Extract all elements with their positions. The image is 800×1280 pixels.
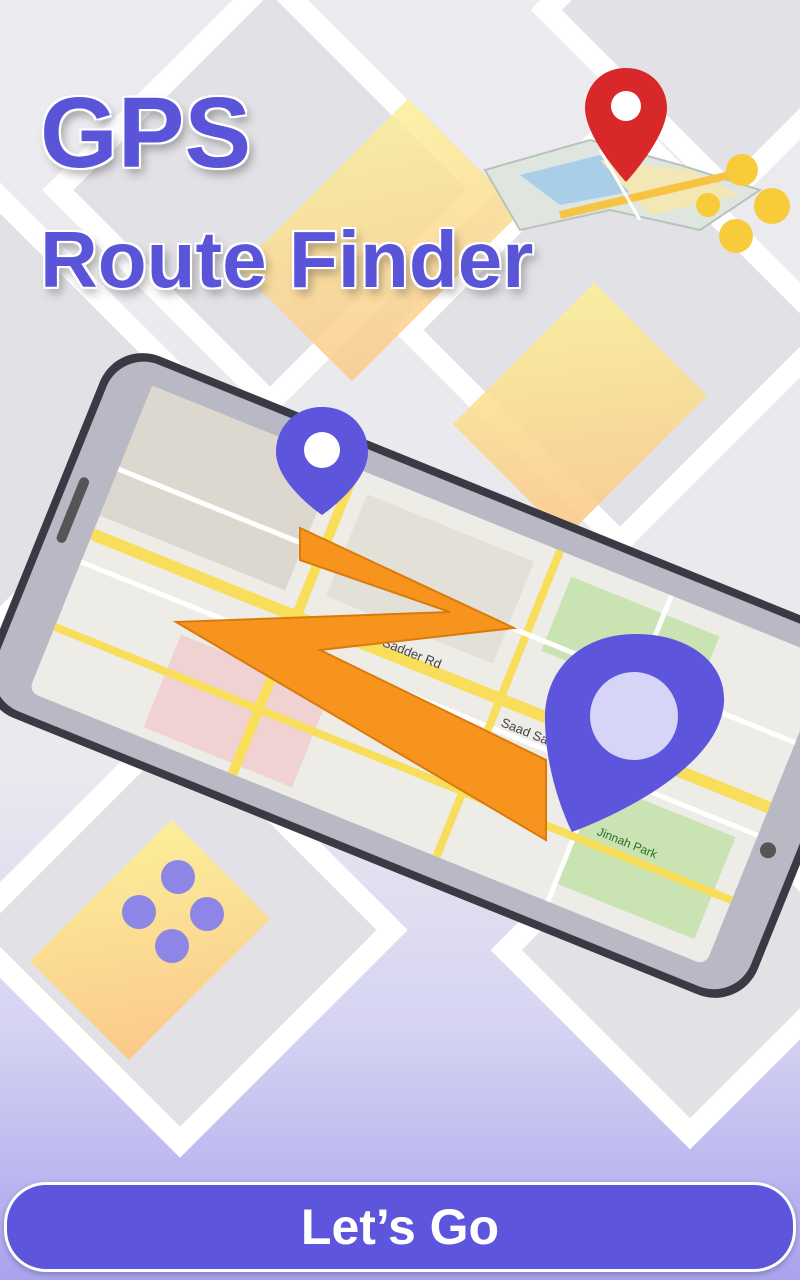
dots-icon	[696, 154, 790, 253]
lets-go-button[interactable]: Let’s Go	[4, 1182, 796, 1272]
lets-go-label: Let’s Go	[300, 1199, 500, 1255]
illustration: Sadder Rd Saad Saheed Flyover Jinnah Par…	[0, 68, 800, 998]
dots-icon	[122, 860, 224, 963]
